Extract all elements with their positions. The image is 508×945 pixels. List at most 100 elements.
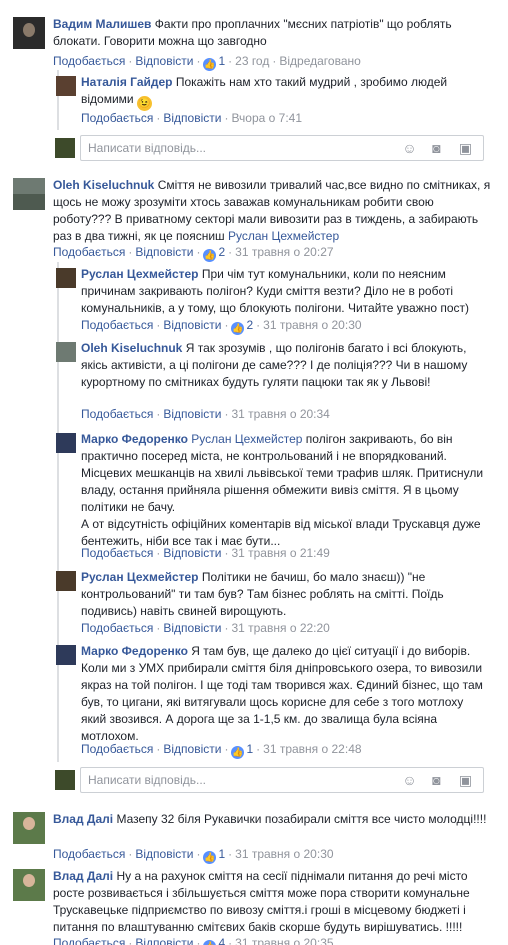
sticker-icon[interactable]: ▣: [457, 140, 474, 157]
timestamp[interactable]: 31 травня о 20:35: [235, 936, 333, 945]
reply-input[interactable]: Написати відповідь...: [88, 773, 206, 787]
avatar[interactable]: [56, 76, 76, 96]
comment-text: Я там був, ще далеко до цієї ситуації і …: [81, 644, 483, 743]
avatar[interactable]: [13, 812, 45, 844]
comment-body: Влад Далі Мазепу 32 біля Рукавички позаб…: [53, 811, 493, 828]
like-link[interactable]: Подобається: [81, 407, 153, 421]
comment-meta: Подобається · Відповісти · 👍 1 · 31 травня о 22…: [81, 742, 362, 759]
like-count[interactable]: 4: [218, 936, 225, 945]
comment-body: Руслан Цехмейстер Політики не бачиш, бо …: [81, 569, 486, 620]
avatar[interactable]: [56, 645, 76, 665]
reply-link[interactable]: Відповісти: [135, 936, 193, 945]
like-link[interactable]: Подобається: [81, 742, 153, 756]
avatar: [55, 770, 75, 790]
like-link[interactable]: Подобається: [53, 847, 125, 861]
timestamp[interactable]: 31 травня о 21:49: [231, 546, 329, 560]
reply-link[interactable]: Відповісти: [163, 546, 221, 560]
like-icon[interactable]: 👍: [203, 249, 217, 262]
comment-body: Наталія Гайдер Покажіть нам хто такий му…: [81, 74, 481, 111]
thread-line: [57, 262, 59, 762]
mention-link[interactable]: Руслан Цехмейстер: [191, 432, 302, 446]
comment-meta: Подобається · Відповісти · 👍 1 · 31 травня о 20…: [53, 847, 334, 864]
like-icon[interactable]: 👍: [203, 58, 217, 71]
like-link[interactable]: Подобається: [53, 245, 125, 259]
reply-link[interactable]: Відповісти: [163, 742, 221, 756]
like-count[interactable]: 1: [218, 54, 225, 68]
comment-body: Марко Федоренко Я там був, ще далеко до …: [81, 643, 486, 745]
timestamp[interactable]: 31 травня о 22:20: [231, 621, 329, 635]
like-link[interactable]: Подобається: [53, 54, 125, 68]
like-icon[interactable]: 👍: [231, 746, 245, 759]
commenter-name[interactable]: Наталія Гайдер: [81, 75, 173, 89]
like-link[interactable]: Подобається: [81, 621, 153, 635]
timestamp[interactable]: Вчора о 7:41: [231, 111, 302, 125]
commenter-name[interactable]: Вадим Малишев: [53, 17, 151, 31]
commenter-name[interactable]: Марко Федоренко: [81, 644, 188, 658]
sticker-icon[interactable]: ▣: [457, 772, 474, 789]
emoji-icon[interactable]: ☺: [401, 140, 418, 157]
avatar: [55, 138, 75, 158]
like-count[interactable]: 2: [246, 318, 253, 332]
commenter-name[interactable]: Марко Федоренко: [81, 432, 188, 446]
comment-meta: Подобається·Відповісти·👍4·31 травня о 20…: [53, 935, 334, 945]
like-count[interactable]: 2: [218, 245, 225, 259]
avatar[interactable]: [56, 342, 76, 362]
reply-link[interactable]: Відповісти: [163, 407, 221, 421]
mention-link[interactable]: Руслан Цехмейстер: [228, 229, 339, 243]
comment-body: Марко Федоренко Руслан Цехмейстер поліго…: [81, 431, 486, 550]
comment-meta: Подобається · Відповісти · 31 травня о 21:49: [81, 546, 330, 560]
comment-text-continued: А от відсутність офіційних коментарів ві…: [81, 517, 481, 548]
reply-link[interactable]: Відповісти: [163, 318, 221, 332]
like-link[interactable]: Подобається: [53, 936, 125, 945]
reply-link[interactable]: Відповісти: [163, 621, 221, 635]
avatar[interactable]: [56, 268, 76, 288]
comment-meta: Подобається · Відповісти · 👍 1 · 23 год · Відреда…: [53, 54, 361, 71]
reply-link[interactable]: Відповісти: [163, 111, 221, 125]
emoji-icon[interactable]: ☺: [401, 772, 418, 789]
timestamp[interactable]: 31 травня о 22:48: [263, 742, 361, 756]
camera-icon[interactable]: ◙: [428, 772, 445, 789]
timestamp[interactable]: 31 травня о 20:27: [235, 245, 333, 259]
reply-link[interactable]: Відповісти: [135, 54, 193, 68]
comment-meta: Подобається · Відповісти · Вчора о 7:41: [81, 111, 303, 125]
camera-icon[interactable]: ◙: [428, 140, 445, 157]
comment-meta: Подобається · Відповісти · 31 травня о 22:20: [81, 621, 330, 635]
reply-input[interactable]: Написати відповідь...: [88, 141, 206, 155]
comment-meta: Подобається · Відповісти · 👍 2 · 31 травня о 20…: [81, 318, 362, 335]
like-count[interactable]: 1: [246, 742, 253, 756]
commenter-name[interactable]: Oleh Kiseluchnuk: [53, 178, 154, 192]
commenter-name[interactable]: Влад Далі: [53, 869, 113, 883]
commenter-name[interactable]: Руслан Цехмейстер: [81, 570, 199, 584]
comment-text: Мазепу 32 біля Рукавички позабирали сміт…: [116, 812, 487, 826]
timestamp[interactable]: 23 год: [235, 54, 269, 68]
comment-body: Oleh Kiseluchnuk Сміття не вивозили трив…: [53, 177, 493, 245]
comment-body: Руслан Цехмейстер При чім тут комунальни…: [81, 266, 486, 317]
timestamp[interactable]: 31 травня о 20:30: [263, 318, 361, 332]
commenter-name[interactable]: Руслан Цехмейстер: [81, 267, 199, 281]
reply-link[interactable]: Відповісти: [135, 847, 193, 861]
like-link[interactable]: Подобається: [81, 111, 153, 125]
like-link[interactable]: Подобається: [81, 318, 153, 332]
reply-link[interactable]: Відповісти: [135, 245, 193, 259]
avatar[interactable]: [56, 571, 76, 591]
reply-composer[interactable]: Написати відповідь... ☺ ◙ ▣: [80, 135, 484, 161]
commenter-name[interactable]: Влад Далі: [53, 812, 113, 826]
avatar[interactable]: [13, 178, 45, 210]
timestamp[interactable]: 31 травня о 20:34: [231, 407, 329, 421]
avatar[interactable]: [13, 17, 45, 49]
like-count[interactable]: 1: [218, 847, 225, 861]
commenter-name[interactable]: Oleh Kiseluchnuk: [81, 341, 182, 355]
comment-body: Вадим Малишев Факти про проплачних "мєсн…: [53, 16, 493, 50]
like-icon[interactable]: 👍: [203, 851, 217, 864]
comment-meta: Подобається · Відповісти · 👍 2 · 31 травня о 20…: [53, 245, 334, 262]
avatar[interactable]: [56, 433, 76, 453]
like-icon[interactable]: 👍: [203, 940, 217, 945]
like-link[interactable]: Подобається: [81, 546, 153, 560]
edited-label[interactable]: Відредаговано: [279, 54, 360, 68]
avatar[interactable]: [13, 869, 45, 901]
reply-composer[interactable]: Написати відповідь... ☺ ◙ ▣: [80, 767, 484, 793]
timestamp[interactable]: 31 травня о 20:30: [235, 847, 333, 861]
comment-text: Ну а на рахунок сміття на сесії піднімал…: [53, 869, 470, 934]
comment-body: Влад Далі Ну а на рахунок сміття на сесі…: [53, 868, 493, 936]
like-icon[interactable]: 👍: [231, 322, 245, 335]
